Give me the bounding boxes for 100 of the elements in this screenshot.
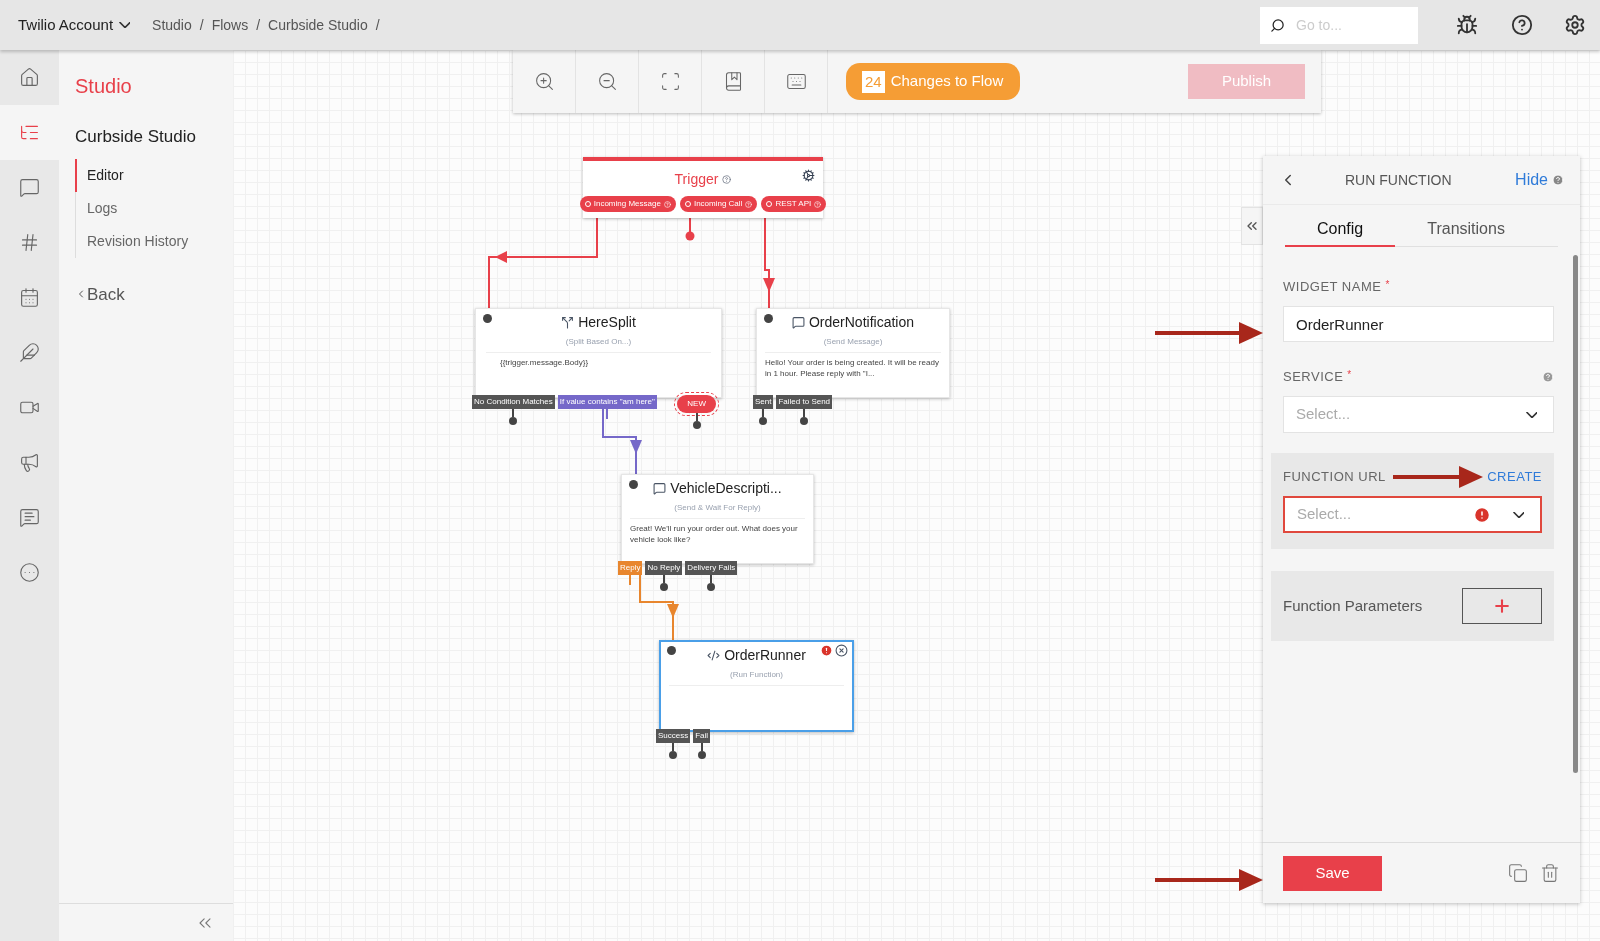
field-label: WIDGET NAME — [1283, 278, 1382, 297]
parameters-label: Function Parameters — [1283, 595, 1423, 616]
node-title: Trigger — [674, 170, 719, 189]
transition-label[interactable]: No Reply — [645, 561, 683, 575]
node-subtitle: (Split Based On...) — [565, 336, 632, 348]
field-label: FUNCTION URL — [1283, 468, 1386, 487]
chevron-down-icon — [1513, 511, 1524, 518]
changes-count: 24 — [862, 70, 885, 93]
code-icon — [707, 649, 721, 662]
split-icon — [561, 316, 575, 329]
zoom-out-icon — [596, 71, 618, 92]
add-parameter-button[interactable] — [1462, 588, 1542, 624]
chat-text-icon — [19, 507, 40, 528]
transition-label[interactable]: Failed to Send — [776, 395, 833, 409]
trigger-pill[interactable]: Incoming Message — [579, 196, 676, 212]
close-icon[interactable] — [835, 644, 848, 657]
text-input-field[interactable]: OrderRunner — [1283, 306, 1554, 342]
out-port[interactable] — [669, 743, 678, 759]
panel-tab[interactable]: Transitions — [1395, 217, 1537, 247]
chevron-down-icon — [1526, 411, 1537, 418]
panel-tab[interactable]: Config — [1285, 217, 1396, 247]
more-icon — [19, 562, 40, 583]
panel-title: RUN FUNCTION — [1345, 170, 1452, 190]
node-title: OrderNotification — [808, 313, 914, 332]
breadcrumb-link[interactable]: Flows — [211, 14, 249, 36]
help-icon[interactable] — [1511, 14, 1533, 36]
flow-node[interactable]: OrderRunner (Run Function) — [659, 640, 854, 732]
transition-label[interactable]: If value contains "am here" — [557, 395, 657, 409]
out-port[interactable] — [707, 575, 716, 591]
hash-icon — [19, 232, 40, 253]
bug-icon[interactable] — [1456, 14, 1478, 36]
fit-screen-icon — [659, 71, 681, 92]
sidebar-title: Studio — [75, 74, 133, 99]
out-port[interactable] — [759, 409, 768, 425]
transition-label[interactable]: Delivery Fails — [685, 561, 738, 575]
required-mark: * — [1385, 277, 1390, 292]
feather-icon — [19, 342, 40, 363]
out-port[interactable] — [509, 409, 518, 425]
node-title: VehicleDescripti... — [670, 479, 782, 498]
select-placeholder: Select... — [1296, 404, 1351, 425]
chat-bubble-icon — [653, 482, 667, 495]
transition-label[interactable]: Success — [656, 729, 691, 743]
keyboard-icon — [785, 71, 807, 92]
out-port[interactable] — [800, 409, 809, 425]
help-icon — [722, 175, 732, 184]
help-icon — [1552, 174, 1564, 186]
field-label: SERVICE — [1283, 368, 1344, 387]
megaphone-icon — [19, 452, 40, 473]
trigger-pill[interactable]: Incoming Call — [679, 196, 758, 212]
flow-node[interactable]: OrderNotification (Send Message) Hello! Your order is being created. It will be ready in 1 hour. Please reply with "I... — [756, 308, 950, 398]
out-port[interactable] — [697, 743, 706, 759]
chat-bubble-icon — [19, 177, 40, 198]
node-body: {{trigger.message.Body}} — [499, 357, 590, 368]
breadcrumb-separator: / — [375, 15, 380, 35]
error-icon — [1473, 505, 1491, 524]
duplicate-icon[interactable] — [1508, 863, 1528, 883]
plus-icon — [1492, 596, 1512, 616]
create-link[interactable]: CREATE — [1487, 467, 1542, 487]
node-body: Hello! Your order is being created. It will be ready in 1 hour. Please reply with "I... — [764, 357, 940, 379]
node-subtitle: (Run Function) — [730, 669, 783, 681]
transition-label[interactable]: No Condition Matches — [472, 395, 555, 409]
node-title: HereSplit — [578, 313, 636, 332]
required-mark: * — [1347, 367, 1352, 382]
search-icon — [1270, 17, 1285, 33]
sidebar-item[interactable]: Logs — [75, 191, 233, 225]
help-icon — [814, 200, 822, 208]
select-placeholder: Select... — [1297, 504, 1352, 525]
home-icon — [19, 67, 40, 88]
trash-icon[interactable] — [1540, 863, 1560, 883]
out-port[interactable] — [692, 413, 701, 429]
zoom-in-icon — [533, 71, 555, 92]
breadcrumb-link[interactable]: Curbside Studio — [268, 14, 368, 36]
flow-node[interactable]: HereSplit (Split Based On...) {{trigger.message.Body}} — [475, 308, 722, 398]
calendar-icon — [19, 287, 40, 308]
breadcrumb-separator: / — [256, 15, 261, 35]
collapse-panel-button[interactable] — [1241, 207, 1263, 245]
chevron-down-icon — [119, 22, 131, 28]
trigger-pill[interactable]: REST API — [761, 196, 827, 212]
out-port[interactable] — [659, 575, 668, 591]
account-switcher[interactable]: Twilio Account — [18, 13, 131, 37]
breadcrumb-link[interactable]: Studio — [152, 14, 192, 36]
transition-label[interactable]: Sent — [753, 395, 774, 409]
hide-link[interactable]: Hide — [1515, 168, 1548, 192]
flow-name: Curbside Studio — [75, 126, 197, 148]
help-icon — [745, 200, 753, 208]
trigger-node[interactable]: Trigger Incoming Message Incoming Call REST API — [583, 157, 823, 218]
settings-icon[interactable] — [1564, 14, 1586, 36]
node-title: OrderRunner — [724, 646, 806, 665]
sidebar-item[interactable]: Revision History — [75, 224, 233, 258]
new-transition-pill[interactable]: NEW — [677, 395, 716, 413]
node-body: Great! We'll run your order out. What does your vehicle look like? — [629, 523, 799, 545]
flow-node[interactable]: VehicleDescripti... (Send & Wait For Reply) Great! We'll run your order out. What does your vehicle look like? — [621, 474, 814, 564]
scrollbar[interactable] — [1573, 255, 1578, 773]
node-subtitle: (Send Message) — [823, 336, 883, 348]
back-link[interactable]: Back — [75, 281, 233, 307]
settings-icon[interactable] — [802, 169, 815, 182]
transition-label[interactable]: Fail — [693, 729, 711, 743]
breadcrumb-separator: / — [199, 15, 204, 35]
save-button[interactable]: Save — [1283, 855, 1382, 891]
node-subtitle: (Send & Wait For Reply) — [674, 502, 761, 514]
